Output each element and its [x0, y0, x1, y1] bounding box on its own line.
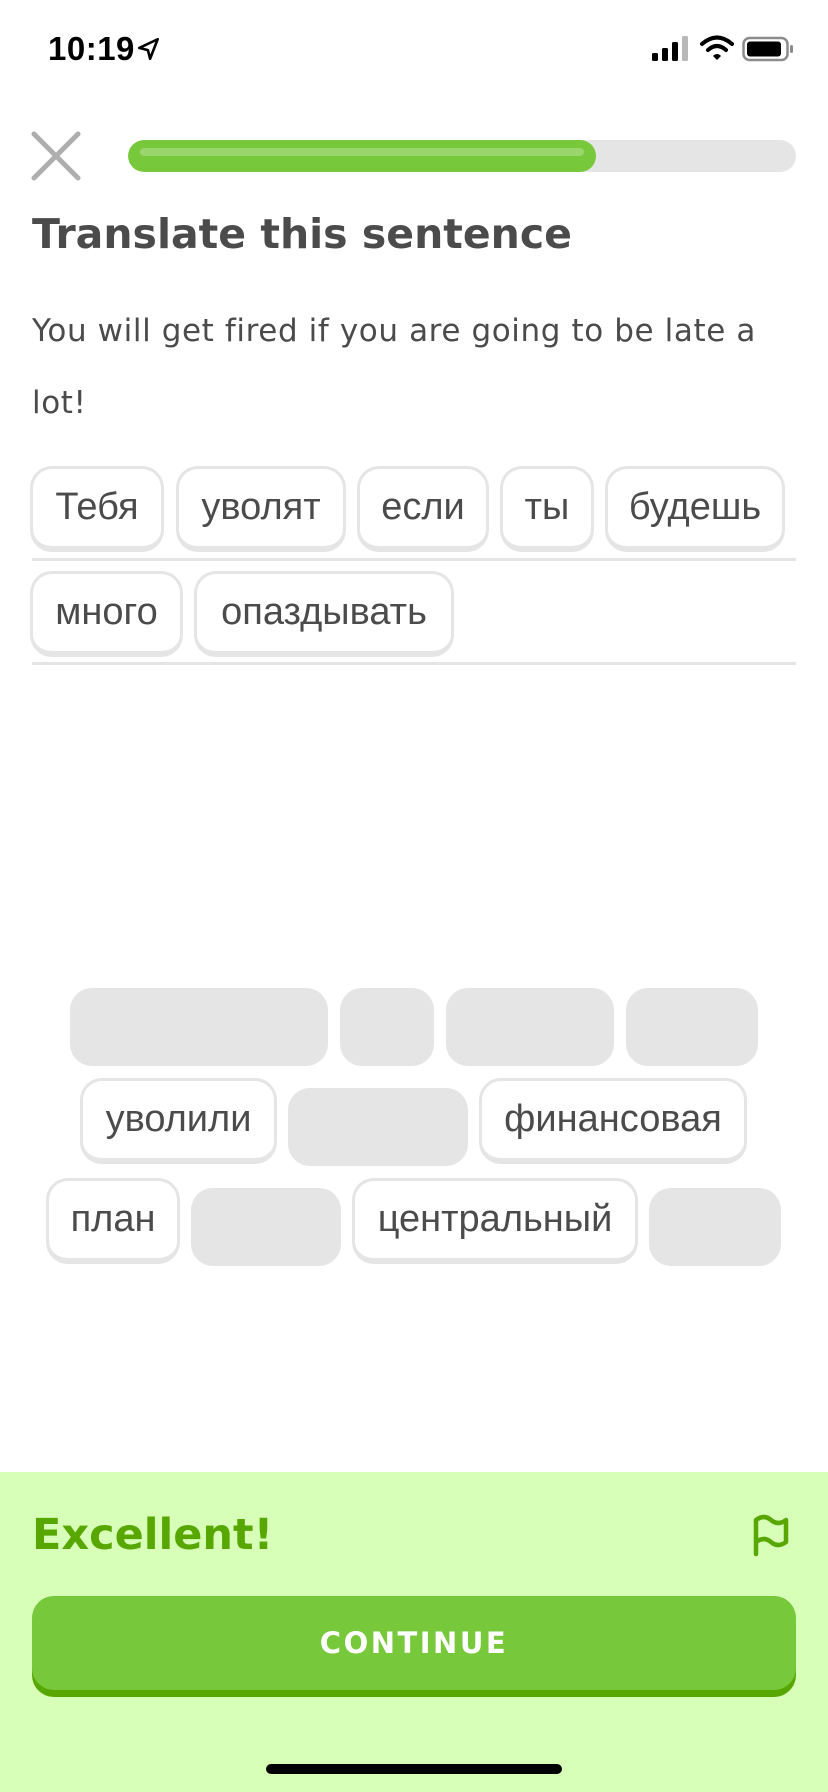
answer-tile[interactable]: опаздывать: [194, 571, 454, 657]
word-bank-slot-empty: [70, 988, 328, 1066]
feedback-title: Excellent!: [32, 1510, 274, 1560]
answer-tile[interactable]: много: [30, 571, 183, 657]
lesson-progress-fill: [128, 140, 596, 172]
continue-label: CONTINUE: [319, 1626, 509, 1660]
answer-tile[interactable]: Тебя: [30, 466, 164, 552]
report-flag-icon[interactable]: [750, 1512, 792, 1558]
answer-tile[interactable]: ты: [500, 466, 594, 552]
location-arrow-icon: [137, 37, 159, 61]
word-bank-tile[interactable]: уволили: [80, 1078, 277, 1164]
progress-shine: [140, 148, 584, 156]
answer-line: [32, 558, 796, 561]
continue-button[interactable]: CONTINUE: [32, 1596, 796, 1690]
answer-tile[interactable]: если: [357, 466, 489, 552]
word-bank-tile[interactable]: центральный: [352, 1178, 638, 1264]
status-bar: 10:19: [0, 0, 828, 100]
close-icon[interactable]: [30, 130, 82, 182]
word-bank-slot-empty: [340, 988, 434, 1066]
home-indicator: [266, 1764, 562, 1774]
cellular-signal-icon: [652, 36, 688, 61]
word-bank-slot-empty: [446, 988, 614, 1066]
answer-tile[interactable]: будешь: [605, 466, 785, 552]
answer-tile[interactable]: уволят: [176, 466, 346, 552]
status-time: 10:19: [48, 30, 135, 67]
lesson-progress-bar: [128, 140, 796, 172]
word-bank-tile[interactable]: финансовая: [479, 1078, 747, 1164]
battery-icon: [742, 36, 793, 62]
answer-line: [32, 662, 796, 665]
page-title: Translate this sentence: [32, 210, 572, 258]
word-bank-slot-empty: [649, 1188, 781, 1266]
source-sentence: You will get fired if you are going to b…: [32, 313, 756, 421]
word-bank-tile[interactable]: план: [46, 1178, 180, 1264]
feedback-panel: Excellent! CONTINUE: [0, 1472, 828, 1792]
word-bank-slot-empty: [288, 1088, 468, 1166]
word-bank-slot-empty: [626, 988, 758, 1066]
word-bank-slot-empty: [191, 1188, 341, 1266]
wifi-icon: [700, 35, 734, 60]
